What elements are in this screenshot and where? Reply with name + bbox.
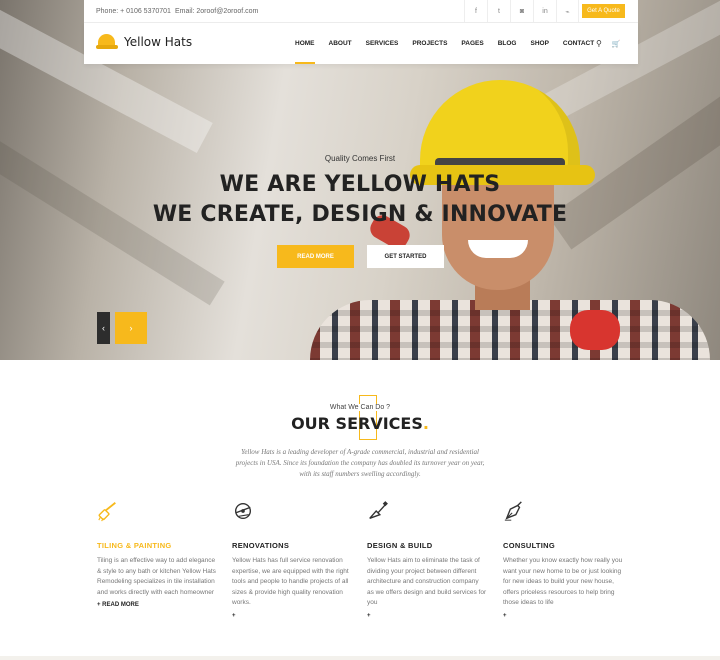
service-text: Tiling is an effective way to add elegan… [97,557,216,596]
get-started-button[interactable]: GET STARTED [367,245,444,268]
worker-glove [570,310,620,350]
service-text: Whether you know exactly how really you … [503,557,623,606]
saw-icon [234,502,252,520]
social-links: f t ◙ in ⌁ [464,0,579,23]
get-a-quote-button[interactable]: Get A Quote [582,4,625,18]
hero-heading-line-1: WE ARE YELLOW HATS [219,172,501,197]
phone-number: Phone: + 0106 5370701 [96,8,171,15]
service-title[interactable]: RENOVATIONS [232,541,352,550]
services-kicker: What We Can Do ? [0,404,720,411]
site-logo[interactable]: Yellow Hats [96,33,192,51]
services-kicker-text: What We Can Do ? [327,404,393,411]
service-title[interactable]: DESIGN & BUILD [367,541,487,550]
service-text: Yellow Hats aim to eliminate the task of… [367,557,487,606]
nav-item-contact[interactable]: CONTACT [556,23,601,64]
slider-next-arrow-icon[interactable]: › [115,312,147,344]
slider-prev-arrow-icon[interactable]: ‹ [97,312,110,344]
twitter-icon[interactable]: t [487,0,510,23]
service-card-consulting: CONSULTING Whether you know exactly how … [503,500,623,619]
service-title[interactable]: TILING & PAINTING [97,541,217,550]
hero-tagline: Quality Comes First [324,154,396,163]
services-description: Yellow Hats is a leading developer of A-… [235,448,485,478]
top-bar: Phone: + 0106 5370701 Email: 2oroof@2oro… [84,0,638,23]
service-card-tiling: TILING & PAINTING Tiling is an effective… [97,500,217,608]
logo-text: Yellow Hats [124,35,193,49]
nav-item-projects[interactable]: PROJECTS [405,23,454,64]
nav-item-services[interactable]: SERVICES [359,23,406,64]
read-more-button[interactable]: READ MORE [277,245,354,268]
nav-menu: HOME ABOUT SERVICES PROJECTS PAGES BLOG … [288,23,601,64]
nav-icons: ⚲ 🛒 [596,23,621,64]
hard-hat-logo-icon [96,33,118,51]
nav-item-about[interactable]: ABOUT [322,23,359,64]
main-navbar: Yellow Hats HOME ABOUT SERVICES PROJECTS… [84,23,638,64]
service-read-more-link[interactable]: + [503,613,623,619]
search-icon[interactable]: ⚲ [596,39,602,48]
services-title: OUR SERVICES. [0,414,720,433]
instagram-icon[interactable]: ◙ [510,0,533,23]
service-card-renovations: RENOVATIONS Yellow Hats has full service… [232,500,352,619]
worker-smile [468,240,528,258]
service-read-more-link[interactable]: + [367,613,487,619]
trowel-icon [369,501,388,519]
pen-nib-icon [504,501,522,521]
nav-item-home[interactable]: HOME [288,23,322,64]
rss-icon[interactable]: ⌁ [556,0,579,23]
services-title-text: OUR SERVICES [291,414,423,433]
service-read-more-link[interactable]: + [232,613,352,619]
service-read-more-link[interactable]: + READ MORE [97,602,217,608]
service-title[interactable]: CONSULTING [503,541,623,550]
email-address[interactable]: Email: 2oroof@2oroof.com [175,8,258,15]
nav-item-blog[interactable]: BLOG [491,23,524,64]
facebook-icon[interactable]: f [464,0,487,23]
section-divider [0,656,720,660]
nav-item-pages[interactable]: PAGES [454,23,490,64]
services-title-dot: . [422,414,429,433]
nav-item-shop[interactable]: SHOP [523,23,555,64]
service-text: Yellow Hats has full service renovation … [232,557,349,606]
service-card-design-build: DESIGN & BUILD Yellow Hats aim to elimin… [367,500,487,619]
brush-icon [98,502,116,522]
hero-heading-line-2: WE CREATE, DESIGN & INNOVATE [152,202,568,227]
cart-icon[interactable]: 🛒 [612,40,621,48]
linkedin-icon[interactable]: in [533,0,556,23]
